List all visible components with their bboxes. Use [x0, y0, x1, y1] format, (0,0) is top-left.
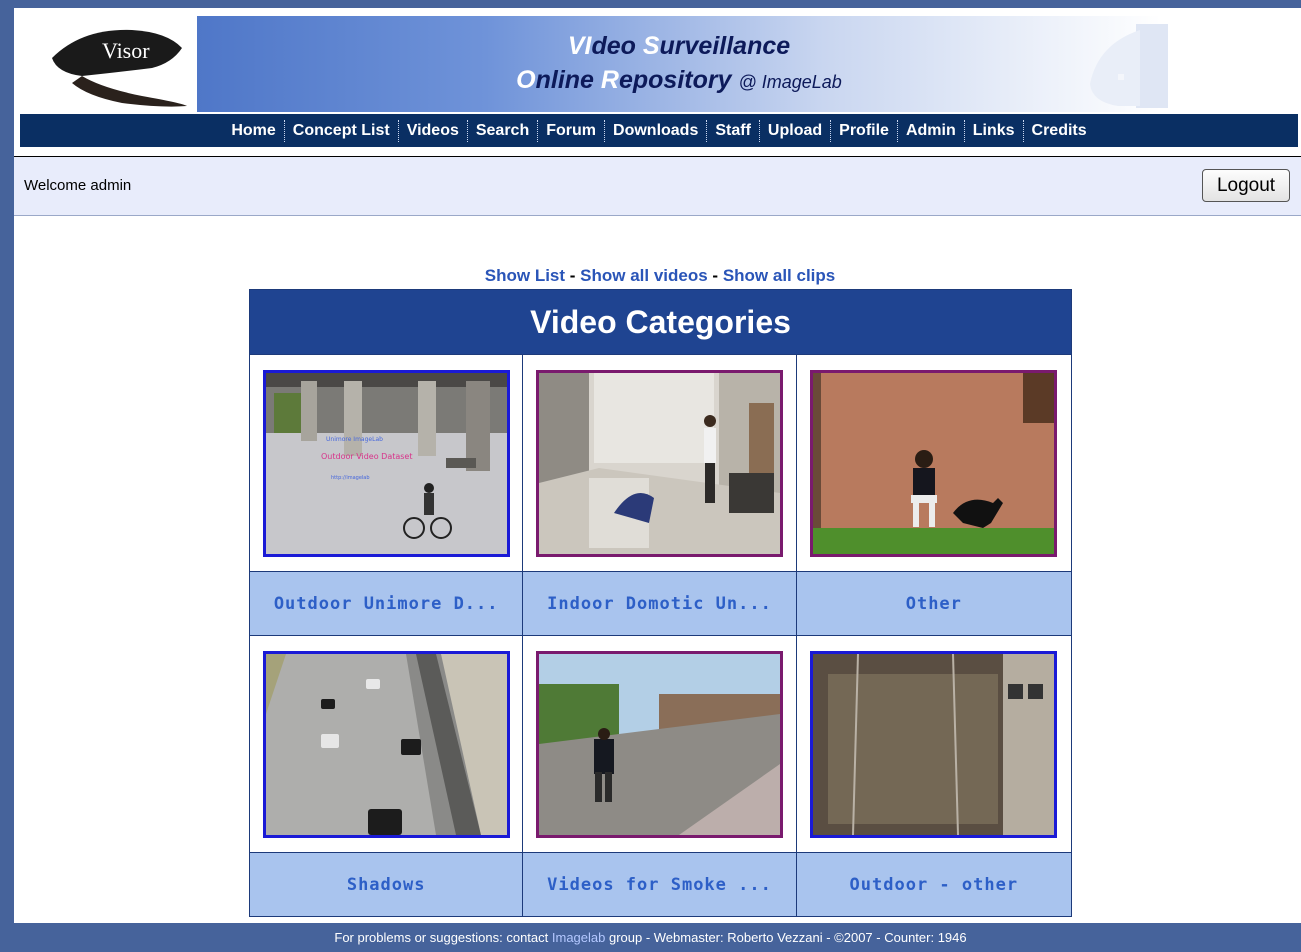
nav-forum[interactable]: Forum [538, 114, 604, 147]
nav-concept-list[interactable]: Concept List [285, 114, 398, 147]
category-thumb-cell [250, 635, 524, 852]
nav-videos[interactable]: Videos [399, 114, 467, 147]
category-thumbnail-other[interactable] [810, 369, 1058, 557]
page-frame-left [0, 0, 14, 952]
label-row: Outdoor Unimore D... Indoor Domotic Un..… [250, 571, 1071, 635]
nav-links[interactable]: Links [965, 114, 1023, 147]
category-thumbnail-indoor-domotic[interactable] [535, 369, 783, 557]
header-banner: Visor VIdeo Surveillance Online Reposito… [20, 10, 1301, 114]
category-thumbnail-outdoor-unimore[interactable]: Unimore ImageLab Outdoor Video Dataset h… [262, 369, 510, 557]
logout-button[interactable]: Logout [1202, 169, 1290, 202]
video-categories-table: Video Categories Unimore ImageLab Outdoo… [249, 289, 1072, 917]
thumb-row [250, 635, 1071, 852]
svg-text:Visor: Visor [102, 38, 150, 63]
category-label-smoke[interactable]: Videos for Smoke ... [523, 852, 797, 916]
category-thumb-cell [523, 635, 797, 852]
category-label-outdoor-unimore[interactable]: Outdoor Unimore D... [250, 571, 524, 635]
welcome-bar: Welcome admin Logout [14, 157, 1301, 216]
nav-downloads[interactable]: Downloads [605, 114, 706, 147]
show-list-link[interactable]: Show List [485, 266, 565, 285]
thumb-row: Unimore ImageLab Outdoor Video Dataset h… [250, 354, 1071, 571]
show-all-clips-link[interactable]: Show all clips [723, 266, 835, 285]
category-label-outdoor-other[interactable]: Outdoor - other [796, 852, 1071, 916]
view-links: Show List - Show all videos - Show all c… [484, 266, 836, 285]
welcome-message: Welcome admin [24, 177, 132, 194]
nav-home[interactable]: Home [223, 114, 283, 147]
svg-text:http://imagelab: http://imagelab [331, 475, 370, 481]
site-title-line2: Online Repository @ ImageLab [516, 66, 842, 94]
site-title-line1: VIdeo Surveillance [567, 32, 791, 60]
nav-search[interactable]: Search [468, 114, 537, 147]
label-row: Shadows Videos for Smoke ... Outdoor - o… [250, 852, 1071, 916]
banner-gradient [197, 16, 1161, 112]
category-thumbnail-shadows[interactable] [262, 650, 510, 838]
main-nav: Home Concept List Videos Search Forum Do… [20, 114, 1298, 147]
category-label-indoor-domotic[interactable]: Indoor Domotic Un... [523, 571, 797, 635]
category-thumb-cell [796, 635, 1071, 852]
category-thumb-cell [523, 354, 797, 571]
imagelab-contact-link[interactable]: Imagelab [552, 930, 605, 945]
categories-title: Video Categories [250, 290, 1071, 354]
svg-text:Unimore ImageLab: Unimore ImageLab [326, 436, 383, 443]
footer: For problems or suggestions: contact Ima… [0, 923, 1301, 952]
category-thumbnail-smoke[interactable] [535, 650, 783, 838]
category-thumb-cell [796, 354, 1071, 571]
nav-staff[interactable]: Staff [707, 114, 759, 147]
category-thumb-cell: Unimore ImageLab Outdoor Video Dataset h… [250, 354, 524, 571]
nav-profile[interactable]: Profile [831, 114, 897, 147]
show-all-videos-link[interactable]: Show all videos [580, 266, 708, 285]
visor-logo: Visor [52, 29, 187, 107]
nav-credits[interactable]: Credits [1024, 114, 1095, 147]
category-thumbnail-outdoor-other[interactable] [810, 650, 1058, 838]
category-label-shadows[interactable]: Shadows [250, 852, 524, 916]
nav-admin[interactable]: Admin [898, 114, 964, 147]
svg-text:Outdoor Video Dataset: Outdoor Video Dataset [321, 452, 413, 461]
category-label-other[interactable]: Other [796, 571, 1071, 635]
page-frame-top [0, 0, 1301, 8]
nav-upload[interactable]: Upload [760, 114, 830, 147]
